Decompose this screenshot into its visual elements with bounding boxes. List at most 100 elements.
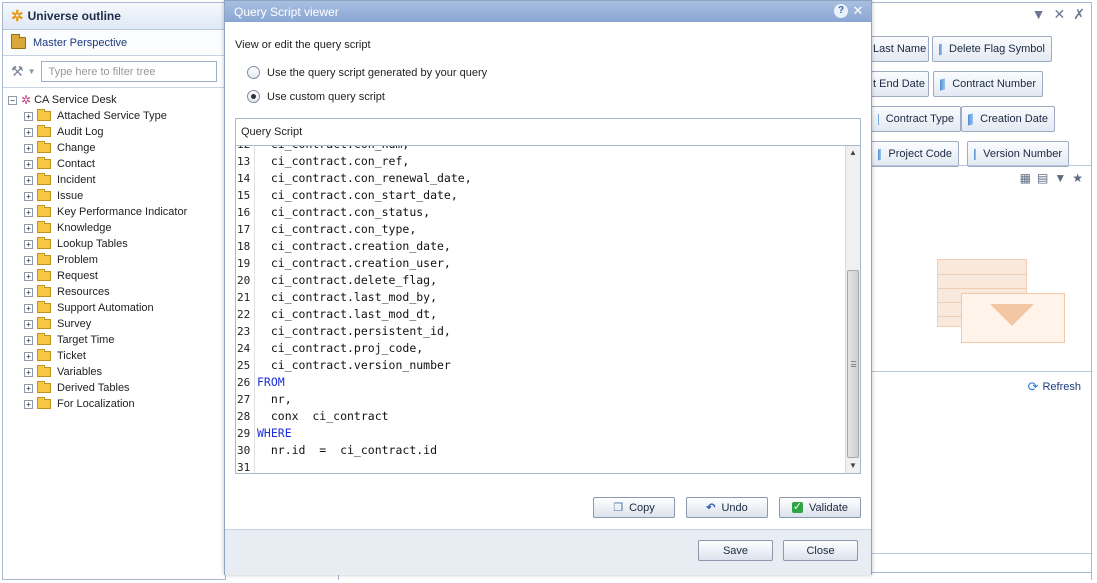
result-object-button[interactable]: Version Number — [967, 141, 1069, 167]
query-script-editor[interactable]: ▲ ▼ 12 ci_contract.con_num, 13 ci_contrac… — [235, 145, 861, 474]
comment-icon[interactable]: ▤ — [1037, 171, 1048, 185]
tree-filter-input[interactable] — [41, 61, 218, 82]
code-line[interactable]: ci_contract.persistent_id, — [257, 323, 451, 340]
scroll-down-icon[interactable]: ▼ — [846, 459, 860, 473]
radio-button-selected[interactable] — [247, 90, 260, 103]
code-line[interactable]: conx ci_contract — [257, 408, 389, 425]
expand-icon[interactable]: + — [24, 383, 33, 393]
validate-button[interactable]: ✓ Validate — [779, 497, 861, 518]
expand-icon[interactable]: + — [24, 111, 33, 121]
tree-item[interactable]: + Audit Log — [8, 124, 225, 140]
result-object-button[interactable]: t End Date — [871, 71, 929, 97]
tree-item[interactable]: + Derived Tables — [8, 380, 225, 396]
tree-item[interactable]: + Variables — [8, 364, 225, 380]
dialog-title-bar[interactable]: Query Script viewer ? ✕ — [225, 1, 871, 22]
code-line[interactable]: ci_contract.con_renewal_date, — [257, 170, 472, 187]
close-icon[interactable]: ✕ — [851, 4, 865, 18]
sql-keyword-line[interactable]: FROM — [257, 374, 285, 391]
code-line[interactable]: ci_contract.con_status, — [257, 204, 430, 221]
tree-item[interactable]: + Issue — [8, 188, 225, 204]
sql-keyword-line[interactable]: WHERE — [257, 425, 292, 442]
folder-icon — [37, 397, 51, 409]
tree-item[interactable]: + Incident — [8, 172, 225, 188]
result-object-button[interactable]: Creation Date — [961, 106, 1055, 132]
tree-item[interactable]: + Problem — [8, 252, 225, 268]
prompt-filter-icon[interactable]: ★ — [1072, 171, 1083, 185]
code-line[interactable]: ci_contract.con_type, — [257, 221, 416, 238]
tree-root[interactable]: − ✲ CA Service Desk — [8, 92, 225, 108]
undo-button[interactable]: ↶ Undo — [686, 497, 768, 518]
perspective-selector[interactable]: Master Perspective — [3, 30, 225, 56]
expand-icon[interactable]: + — [24, 255, 33, 265]
tree-item[interactable]: + For Localization — [8, 396, 225, 412]
result-object-button[interactable]: Contract Type — [871, 106, 961, 132]
tree-item[interactable]: + Knowledge — [8, 220, 225, 236]
chevron-down-icon[interactable]: ▼ — [28, 67, 36, 76]
code-line[interactable]: ci_contract.delete_flag, — [257, 272, 437, 289]
code-line[interactable]: ci_contract.con_start_date, — [257, 187, 458, 204]
expand-icon[interactable]: + — [24, 239, 33, 249]
expand-icon[interactable]: + — [24, 287, 33, 297]
expand-icon[interactable]: + — [24, 159, 33, 169]
tree-item[interactable]: + Key Performance Indicator — [8, 204, 225, 220]
save-button[interactable]: Save — [698, 540, 773, 561]
filter-icon[interactable]: ▼ — [1032, 6, 1046, 22]
remove-icon[interactable]: ✕ — [1054, 6, 1066, 23]
code-line[interactable]: ci_contract.last_mod_dt, — [257, 306, 437, 323]
expand-icon[interactable]: + — [24, 207, 33, 217]
tree-item[interactable]: + Attached Service Type — [8, 108, 225, 124]
folder-icon — [37, 365, 51, 377]
expand-icon[interactable]: + — [24, 303, 33, 313]
result-object-button[interactable]: Contract Number — [933, 71, 1043, 97]
expand-icon[interactable]: + — [24, 175, 33, 185]
radio-button[interactable] — [247, 66, 260, 79]
layout-icon[interactable]: ▦ — [1020, 171, 1031, 185]
code-line[interactable]: nr.id = ci_contract.id — [257, 442, 437, 459]
close-button[interactable]: Close — [783, 540, 858, 561]
code-line[interactable]: ci_contract.proj_code, — [257, 340, 423, 357]
clear-filter-icon[interactable]: ✗ — [1073, 6, 1085, 23]
expand-icon[interactable]: + — [24, 191, 33, 201]
help-icon[interactable]: ? — [834, 4, 848, 18]
tree-item[interactable]: + Survey — [8, 316, 225, 332]
expand-icon[interactable]: + — [24, 335, 33, 345]
tree-item[interactable]: + Request — [8, 268, 225, 284]
expand-icon[interactable]: + — [24, 271, 33, 281]
result-object-button[interactable]: Last Name — [871, 36, 929, 62]
code-line[interactable]: ci_contract.last_mod_by, — [257, 289, 437, 306]
expand-icon[interactable]: + — [24, 127, 33, 137]
scroll-thumb[interactable] — [847, 270, 859, 458]
expand-icon[interactable]: + — [24, 223, 33, 233]
expand-icon[interactable]: + — [24, 351, 33, 361]
code-line[interactable]: ci_contract.version_number — [257, 357, 451, 374]
code-line[interactable]: ci_contract.con_ref, — [257, 153, 409, 170]
scroll-up-icon[interactable]: ▲ — [846, 146, 860, 160]
expand-icon[interactable]: + — [24, 319, 33, 329]
code-line[interactable]: nr, — [257, 391, 292, 408]
code-line[interactable]: ci_contract.creation_user, — [257, 255, 451, 272]
tree-item[interactable]: + Ticket — [8, 348, 225, 364]
radio-custom-script[interactable]: Use custom query script — [235, 89, 861, 104]
expand-icon[interactable]: + — [24, 143, 33, 153]
code-line[interactable]: ci_contract.con_num, — [257, 146, 409, 153]
editor-scrollbar[interactable]: ▲ ▼ — [845, 146, 860, 473]
tree-item[interactable]: + Change — [8, 140, 225, 156]
expand-icon[interactable]: + — [24, 399, 33, 409]
result-object-button[interactable]: Project Code — [871, 141, 959, 167]
radio-generated-script[interactable]: Use the query script generated by your q… — [235, 65, 861, 80]
copy-button[interactable]: ❐ Copy — [593, 497, 675, 518]
tree-item[interactable]: + Resources — [8, 284, 225, 300]
filter-bar: ⚒ ▼ — [3, 56, 225, 88]
tree-item[interactable]: + Target Time — [8, 332, 225, 348]
collapse-icon[interactable]: − — [8, 95, 17, 105]
funnel-icon[interactable]: ▼ — [1054, 171, 1066, 185]
refresh-button[interactable]: ⟳ Refresh — [1028, 379, 1081, 395]
filter-options-icon[interactable]: ⚒ — [11, 63, 24, 80]
tree-item[interactable]: + Lookup Tables — [8, 236, 225, 252]
tree-item[interactable]: + Support Automation — [8, 300, 225, 316]
radio-custom-label: Use custom query script — [267, 90, 385, 103]
expand-icon[interactable]: + — [24, 367, 33, 377]
tree-item[interactable]: + Contact — [8, 156, 225, 172]
result-object-button[interactable]: Delete Flag Symbol — [932, 36, 1052, 62]
code-line[interactable]: ci_contract.creation_date, — [257, 238, 451, 255]
